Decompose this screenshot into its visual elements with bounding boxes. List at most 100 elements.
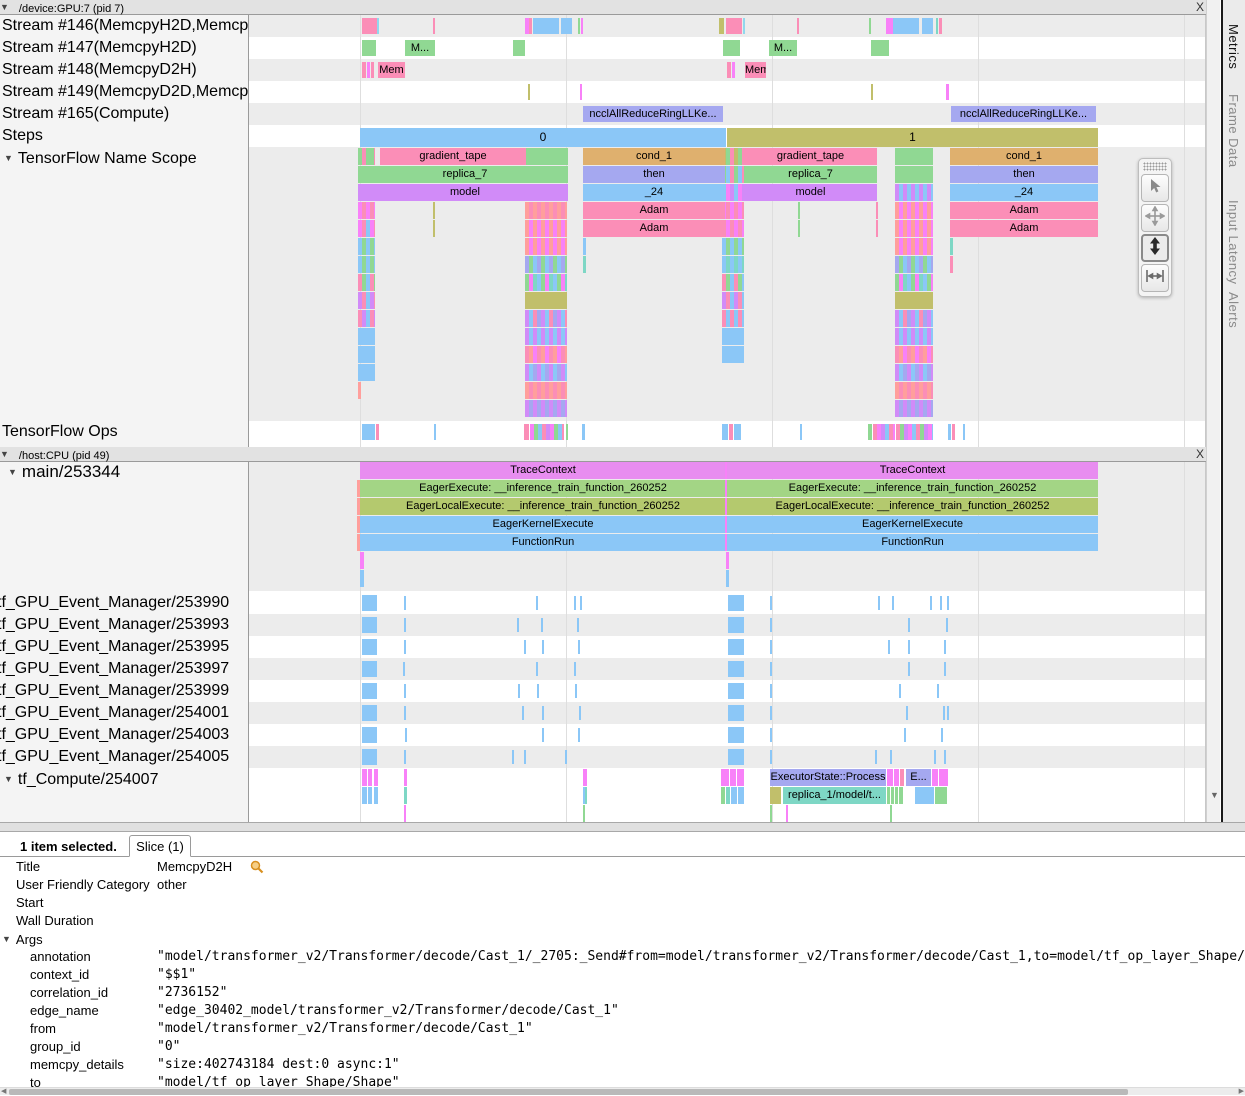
trace-event[interactable] xyxy=(368,769,372,786)
trace-event-functionrun[interactable]: FunctionRun xyxy=(360,534,726,551)
trace-event[interactable] xyxy=(887,787,890,804)
trace-event[interactable] xyxy=(561,18,572,34)
trace-event-block[interactable] xyxy=(362,617,377,633)
trace-event-block[interactable] xyxy=(362,639,377,655)
trace-event-ncclallreduceringllke-[interactable]: ncclAllReduceRingLLKe... xyxy=(583,106,723,122)
trace-event[interactable] xyxy=(869,18,871,34)
trace-event-eagerlocalexecute-__inference_train_function_260252[interactable]: EagerLocalExecute: __inference_train_fun… xyxy=(727,498,1098,515)
trace-event[interactable] xyxy=(899,787,903,804)
trace-event-tick[interactable] xyxy=(943,706,945,720)
trace-event-tick[interactable] xyxy=(542,706,544,720)
trace-event-eagerexecute-__inference_train_function_260252[interactable]: EagerExecute: __inference_train_function… xyxy=(360,480,726,497)
trace-event[interactable] xyxy=(377,18,379,34)
trace-event-block[interactable] xyxy=(728,639,744,655)
trace-event-gradient_tape[interactable]: gradient_tape xyxy=(744,148,877,165)
trace-event-stack[interactable] xyxy=(525,256,567,273)
trace-event-tick[interactable] xyxy=(522,706,524,720)
trace-event-tick[interactable] xyxy=(536,662,538,676)
trace-event-tick[interactable] xyxy=(904,728,906,742)
trace-event-eagerexecute-__inference_train_function_260252[interactable]: EagerExecute: __inference_train_function… xyxy=(727,480,1098,497)
trace-event[interactable] xyxy=(362,424,375,440)
trace-event[interactable] xyxy=(580,84,582,100)
trace-event[interactable] xyxy=(770,805,772,822)
trace-event[interactable] xyxy=(725,516,727,533)
trace-event[interactable] xyxy=(798,202,800,219)
trace-event-tick[interactable] xyxy=(537,684,539,698)
trace-event-eagerkernelexecute[interactable]: EagerKernelExecute xyxy=(727,516,1098,533)
trace-event[interactable] xyxy=(376,424,379,440)
trace-event[interactable] xyxy=(513,40,525,56)
trace-event-tick[interactable] xyxy=(770,618,772,632)
panel-splitter[interactable] xyxy=(0,822,1245,832)
trace-event-stack[interactable] xyxy=(358,238,375,255)
sidebar-tab-alerts[interactable]: Alerts xyxy=(1226,292,1241,328)
trace-event-tick[interactable] xyxy=(770,750,772,764)
trace-event-stack[interactable] xyxy=(358,328,375,345)
trace-event-stack[interactable] xyxy=(358,148,375,165)
trace-event[interactable] xyxy=(871,40,889,56)
trace-event-tick[interactable] xyxy=(580,596,582,610)
trace-event-tick[interactable] xyxy=(770,684,772,698)
trace-event-tick[interactable] xyxy=(575,684,577,698)
trace-event-stack[interactable] xyxy=(358,310,375,327)
vertical-scrollbar[interactable]: ▼ xyxy=(1206,0,1220,822)
trace-event[interactable] xyxy=(528,84,530,100)
trace-event-stack[interactable] xyxy=(895,256,933,273)
trace-event[interactable] xyxy=(719,18,724,34)
trace-event[interactable] xyxy=(868,424,872,440)
trace-event-stack[interactable] xyxy=(525,382,567,399)
trace-event[interactable] xyxy=(357,534,360,551)
trace-event-tick[interactable] xyxy=(940,596,942,610)
trace-event-tick[interactable] xyxy=(908,662,910,676)
close-icon[interactable]: X xyxy=(1193,0,1207,14)
trace-event-tick[interactable] xyxy=(574,596,576,610)
trace-event-stack[interactable] xyxy=(722,292,744,309)
trace-event[interactable] xyxy=(434,424,436,440)
trace-event-block[interactable] xyxy=(728,661,744,677)
trace-event[interactable] xyxy=(950,256,953,273)
trace-event-tick[interactable] xyxy=(770,728,772,742)
trace-event[interactable] xyxy=(524,424,529,440)
trace-event[interactable] xyxy=(935,787,947,804)
row-label-tf-compute-254007[interactable]: ▼tf_Compute/254007 xyxy=(4,769,158,790)
trace-event-tick[interactable] xyxy=(518,684,520,698)
sidebar-tab-metrics[interactable]: Metrics xyxy=(1226,24,1241,69)
trace-event-tick[interactable] xyxy=(403,662,405,676)
trace-event-stack[interactable] xyxy=(895,400,933,417)
trace-event-tick[interactable] xyxy=(944,662,946,676)
gpu-section-header[interactable]: ▼/device:GPU:7 (pid 7) X xyxy=(0,0,1206,15)
trace-event-replica_7[interactable]: replica_7 xyxy=(362,166,568,183)
trace-event-block[interactable] xyxy=(362,727,377,743)
sidebar-tab-frame-data[interactable]: Frame Data xyxy=(1226,94,1241,168)
trace-event[interactable] xyxy=(952,424,955,440)
trace-event[interactable] xyxy=(357,516,360,533)
trace-event[interactable] xyxy=(583,805,585,822)
trace-event-functionrun[interactable]: FunctionRun xyxy=(727,534,1098,551)
trace-event-block[interactable] xyxy=(728,617,744,633)
trace-event-stack[interactable] xyxy=(525,202,567,219)
trace-event-tick[interactable] xyxy=(579,706,581,720)
trace-event[interactable] xyxy=(722,424,728,440)
trace-event[interactable] xyxy=(404,787,407,804)
pan-tool-button[interactable] xyxy=(1141,204,1169,232)
trace-event-ncclallreduceringllke-[interactable]: ncclAllReduceRingLLKe... xyxy=(951,106,1096,122)
trace-event-tick[interactable] xyxy=(888,640,890,654)
trace-event-stack[interactable] xyxy=(722,328,744,345)
trace-event[interactable] xyxy=(578,18,580,34)
trace-event[interactable] xyxy=(950,238,953,255)
trace-event[interactable] xyxy=(800,424,802,440)
vertical-zoom-tool-button[interactable] xyxy=(1141,234,1169,262)
trace-event[interactable] xyxy=(939,18,942,34)
trace-event[interactable] xyxy=(936,18,938,34)
trace-event[interactable] xyxy=(770,787,781,804)
trace-event-block[interactable] xyxy=(362,683,377,699)
trace-event[interactable] xyxy=(362,18,377,34)
trace-event[interactable] xyxy=(737,769,744,786)
trace-event[interactable] xyxy=(582,424,585,440)
trace-event[interactable] xyxy=(721,769,729,786)
trace-event[interactable] xyxy=(915,787,934,804)
trace-event[interactable] xyxy=(433,220,435,237)
trace-event[interactable] xyxy=(932,769,938,786)
trace-event[interactable] xyxy=(529,18,532,34)
trace-event-cond_1[interactable]: cond_1 xyxy=(950,148,1098,165)
